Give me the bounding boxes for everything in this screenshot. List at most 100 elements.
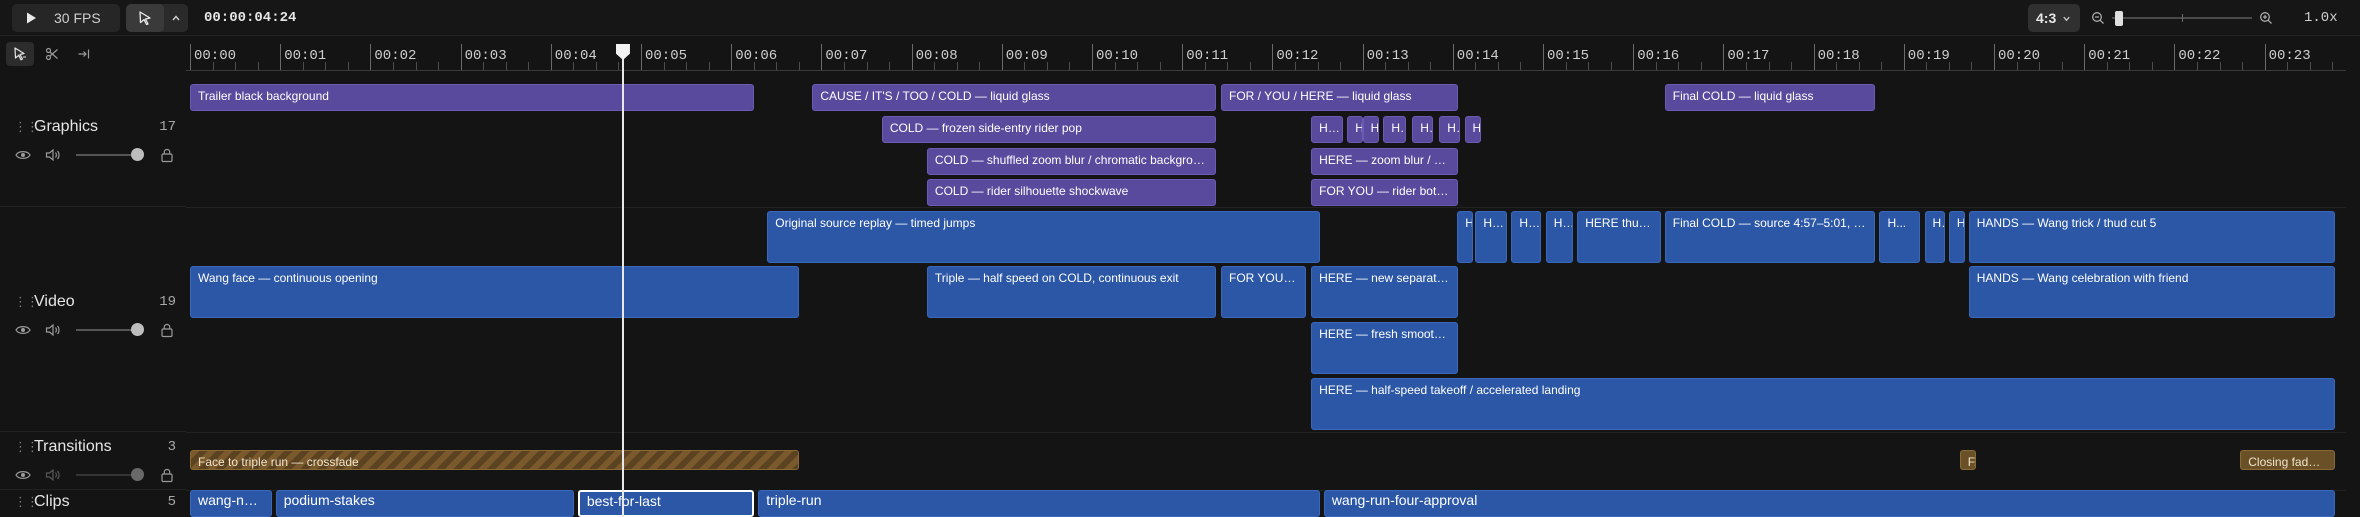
ruler-minor-tick	[1204, 62, 1206, 70]
clip-selected[interactable]: best-for-last	[577, 490, 754, 517]
lock-icon[interactable]	[158, 321, 176, 339]
ruler-minor-tick	[1588, 62, 1590, 70]
video-clip[interactable]: HERE — half-speed takeoff / accelerated …	[1311, 378, 2335, 430]
video-clip[interactable]: H...	[1545, 211, 1573, 263]
video-clip[interactable]: H...	[1457, 211, 1474, 263]
ruler-minor-tick	[776, 62, 778, 70]
graphics-clip[interactable]: H	[1362, 116, 1379, 143]
ruler-minor-tick	[212, 62, 214, 70]
graphics-clip[interactable]: H	[1464, 116, 1481, 143]
volume-knob[interactable]	[131, 468, 144, 481]
video-clip[interactable]: HANDS — Wang celebration with friend	[1968, 266, 2335, 318]
zoom-in-button[interactable]	[2256, 4, 2276, 32]
speaker-icon[interactable]	[44, 466, 62, 484]
visibility-eye-icon[interactable]	[14, 466, 32, 484]
play-button[interactable]	[12, 4, 50, 32]
video-clip[interactable]: HANDS — Wang trick / thud cut 5	[1968, 211, 2335, 263]
ruler-minor-tick	[1858, 62, 1860, 70]
volume-knob[interactable]	[131, 148, 144, 161]
drag-handle-icon[interactable]: ⋮⋮	[14, 120, 39, 133]
drag-handle-icon[interactable]: ⋮⋮	[14, 440, 39, 453]
pointer-icon	[139, 11, 151, 25]
clip-item[interactable]: wang-run-four-approval	[1323, 490, 2335, 517]
transition-clip[interactable]: F...	[1959, 450, 1976, 470]
playhead[interactable]	[621, 52, 624, 517]
pointer-tool-button[interactable]	[126, 4, 164, 32]
drag-handle-icon[interactable]: ⋮⋮	[14, 295, 39, 308]
ripple-tool[interactable]	[70, 42, 98, 66]
video-clip[interactable]: H...	[1511, 211, 1541, 263]
tool-menu-button[interactable]	[164, 4, 188, 32]
transition-clip[interactable]: Closing fade to black	[2240, 450, 2335, 470]
volume-slider[interactable]	[76, 323, 144, 336]
zoom-slider[interactable]	[2112, 8, 2252, 28]
graphics-clip[interactable]: Final COLD — liquid glass	[1664, 84, 1875, 111]
graphics-clip[interactable]: FOR YOU — rider bottom glow	[1311, 179, 1458, 206]
graphics-clip[interactable]: H...	[1412, 116, 1433, 143]
fps-label[interactable]: 30 FPS	[54, 10, 101, 26]
visibility-eye-icon[interactable]	[14, 321, 32, 339]
ruler-minor-tick	[979, 62, 981, 70]
ruler-minor-tick	[1340, 62, 1342, 70]
aspect-ratio-select[interactable]: 4:3	[2028, 4, 2080, 32]
ruler-tick-label: 00:23	[2268, 48, 2311, 64]
video-clip[interactable]: H...	[1948, 211, 1965, 263]
speaker-icon[interactable]	[44, 146, 62, 164]
ruler-minor-tick	[1114, 62, 1116, 70]
video-clip[interactable]: HERE thud 5 — fresh take	[1577, 211, 1661, 263]
playback-group: 30 FPS	[12, 4, 120, 32]
lock-icon[interactable]	[158, 146, 176, 164]
time-ruler[interactable]: 00:00 00:01 00:02 00:03 00:04 00:05 00:06 00:07…	[186, 40, 2346, 72]
video-clip[interactable]: HERE — new separate source	[1311, 266, 1458, 318]
lock-icon[interactable]	[158, 466, 176, 484]
select-tool[interactable]	[6, 42, 34, 66]
video-clip[interactable]: Wang face — continuous opening	[190, 266, 799, 318]
razor-tool[interactable]	[38, 42, 66, 66]
track-count: 17	[159, 119, 176, 135]
timecode-display: 00:00:04:24	[196, 4, 296, 32]
ruler-minor-tick	[302, 62, 304, 70]
graphics-clip[interactable]: COLD — shuffled zoom blur / chromatic ba…	[926, 148, 1217, 175]
video-clip[interactable]: Original source replay — timed jumps	[767, 211, 1320, 263]
speaker-icon[interactable]	[44, 321, 62, 339]
track-header-graphics: ⋮⋮ Graphics 17	[0, 72, 186, 207]
video-clip[interactable]: FOR YOU — half speed	[1220, 266, 1307, 318]
video-clip[interactable]: H...	[1924, 211, 1946, 263]
clip-item[interactable]: wang-name	[190, 490, 272, 517]
drag-handle-icon[interactable]: ⋮⋮	[14, 495, 39, 508]
graphics-clip[interactable]: COLD — rider silhouette shockwave	[926, 179, 1217, 206]
timeline-lanes[interactable]: Trailer black background CAUSE / IT'S / T…	[186, 72, 2346, 517]
ruler-minor-tick	[1565, 62, 1567, 70]
graphics-clip[interactable]: FOR / YOU / HERE — liquid glass	[1220, 84, 1458, 111]
visibility-eye-icon[interactable]	[14, 146, 32, 164]
video-clip[interactable]: HERE — fresh smoothed landing	[1311, 322, 1458, 374]
video-clip[interactable]: H...	[1475, 211, 1507, 263]
video-clip[interactable]: Triple — half speed on COLD, continuous …	[926, 266, 1217, 318]
graphics-clip[interactable]: H	[1347, 116, 1364, 143]
graphics-clip[interactable]: H...	[1311, 116, 1343, 143]
zoom-slider-thumb[interactable]	[2114, 11, 2123, 26]
video-clip[interactable]: Final COLD — source 4:57–5:01, fresh ent…	[1664, 211, 1875, 263]
volume-knob[interactable]	[131, 323, 144, 336]
transition-clip[interactable]: Face to triple run — crossfade	[190, 450, 799, 470]
graphics-clip[interactable]: Trailer black background	[190, 84, 754, 111]
ruler-minor-tick	[1385, 62, 1387, 70]
ruler-tick-label: 00:01	[284, 48, 327, 64]
graphics-clip[interactable]: H...	[1383, 116, 1406, 143]
graphics-clip[interactable]: COLD — frozen side-entry rider pop	[881, 116, 1217, 143]
volume-slider[interactable]	[76, 468, 144, 481]
graphics-clip[interactable]: HERE — zoom blur / chromatic background	[1311, 148, 1458, 175]
clip-item[interactable]: triple-run	[758, 490, 1320, 517]
ruler-minor-tick	[1948, 62, 1950, 70]
ruler-minor-tick	[1069, 62, 1071, 70]
zoom-out-button[interactable]	[2088, 4, 2108, 32]
graphics-clip[interactable]: H...	[1439, 116, 1460, 143]
video-clip[interactable]: H...	[1879, 211, 1920, 263]
ruler-minor-tick	[257, 62, 259, 70]
volume-slider[interactable]	[76, 148, 144, 161]
ruler-minor-tick	[2016, 62, 2018, 70]
graphics-clip[interactable]: CAUSE / IT'S / TOO / COLD — liquid glass	[812, 84, 1217, 111]
clip-item[interactable]: podium-stakes	[275, 490, 575, 517]
ruler-minor-tick	[843, 62, 845, 70]
vertical-scrollbar[interactable]	[2346, 40, 2360, 517]
